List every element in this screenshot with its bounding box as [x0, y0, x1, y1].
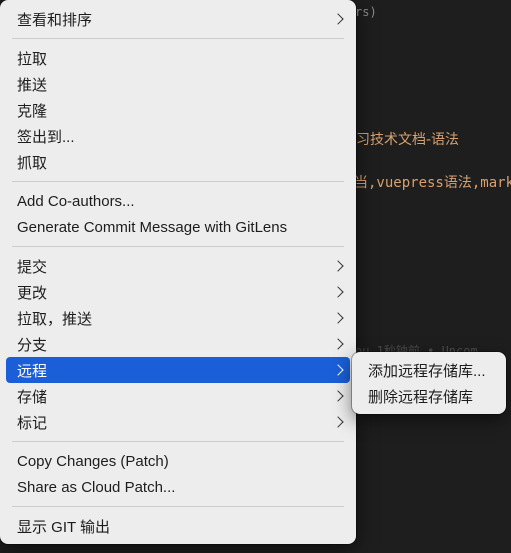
menu-item-label: 更改 [17, 284, 48, 302]
menu-separator [12, 181, 344, 182]
menu-item-label: 拉取，推送 [17, 310, 93, 328]
chevron-right-icon [332, 260, 344, 272]
git-context-menu: 查看和排序 拉取 推送 克隆 签出到... 抓取 Add Co-authors.… [0, 0, 356, 544]
menu-separator [12, 38, 344, 39]
chevron-right-icon [332, 286, 344, 298]
chevron-right-icon [332, 416, 344, 428]
menu-item-label: 拉取 [17, 50, 48, 68]
submenu-item-remove-remote[interactable]: 删除远程存储库 [357, 383, 501, 409]
chevron-right-icon [332, 390, 344, 402]
menu-item-stash[interactable]: 存储 [6, 383, 350, 409]
menu-item-label: 查看和排序 [17, 11, 93, 29]
menu-item-copy-changes[interactable]: Copy Changes (Patch) [6, 448, 350, 474]
menu-item-pull-push[interactable]: 拉取，推送 [6, 305, 350, 331]
menu-item-checkout[interactable]: 签出到... [6, 123, 350, 149]
editor-text-fragment: 当,vuepress语法,mark [354, 175, 511, 191]
menu-item-label: 分支 [17, 336, 48, 354]
menu-item-pull[interactable]: 拉取 [6, 45, 350, 71]
chevron-right-icon [332, 364, 344, 376]
menu-item-generate-commit-message[interactable]: Generate Commit Message with GitLens [6, 214, 350, 240]
editor-text-fragment: 习技术文档-语法 [356, 132, 460, 148]
menu-item-label: 克隆 [17, 102, 48, 120]
menu-item-label: Share as Cloud Patch... [17, 478, 176, 496]
menu-item-label: 抓取 [17, 154, 48, 172]
editor-text-fragment: rs) [355, 5, 377, 19]
menu-item-label: 远程 [17, 362, 48, 380]
menu-item-label: 显示 GIT 输出 [17, 518, 111, 536]
menu-item-label: 标记 [17, 414, 48, 432]
menu-separator [12, 246, 344, 247]
menu-item-label: Generate Commit Message with GitLens [17, 218, 288, 236]
menu-separator [12, 506, 344, 507]
menu-item-clone[interactable]: 克隆 [6, 97, 350, 123]
menu-item-label: 推送 [17, 76, 48, 94]
menu-item-label: 存储 [17, 388, 48, 406]
menu-item-commit[interactable]: 提交 [6, 253, 350, 279]
menu-item-tags[interactable]: 标记 [6, 409, 350, 435]
menu-item-label: 签出到... [17, 128, 75, 146]
menu-item-add-coauthors[interactable]: Add Co-authors... [6, 188, 350, 214]
menu-item-show-git-output[interactable]: 显示 GIT 输出 [6, 513, 350, 539]
menu-item-push[interactable]: 推送 [6, 71, 350, 97]
remote-submenu: 添加远程存储库... 删除远程存储库 [352, 352, 506, 414]
menu-item-label: Copy Changes (Patch) [17, 452, 169, 470]
chevron-right-icon [332, 312, 344, 324]
submenu-item-label: 删除远程存储库 [368, 388, 474, 406]
menu-item-changes[interactable]: 更改 [6, 279, 350, 305]
menu-item-remote[interactable]: 远程 [6, 357, 350, 383]
menu-item-view-sort[interactable]: 查看和排序 [6, 6, 350, 32]
submenu-item-add-remote[interactable]: 添加远程存储库... [357, 357, 501, 383]
menu-separator [12, 441, 344, 442]
menu-item-label: 提交 [17, 258, 48, 276]
chevron-right-icon [332, 338, 344, 350]
menu-item-fetch[interactable]: 抓取 [6, 149, 350, 175]
submenu-item-label: 添加远程存储库... [368, 362, 486, 380]
menu-item-share-cloud-patch[interactable]: Share as Cloud Patch... [6, 474, 350, 500]
menu-item-label: Add Co-authors... [17, 192, 135, 210]
menu-item-branch[interactable]: 分支 [6, 331, 350, 357]
chevron-right-icon [332, 13, 344, 25]
